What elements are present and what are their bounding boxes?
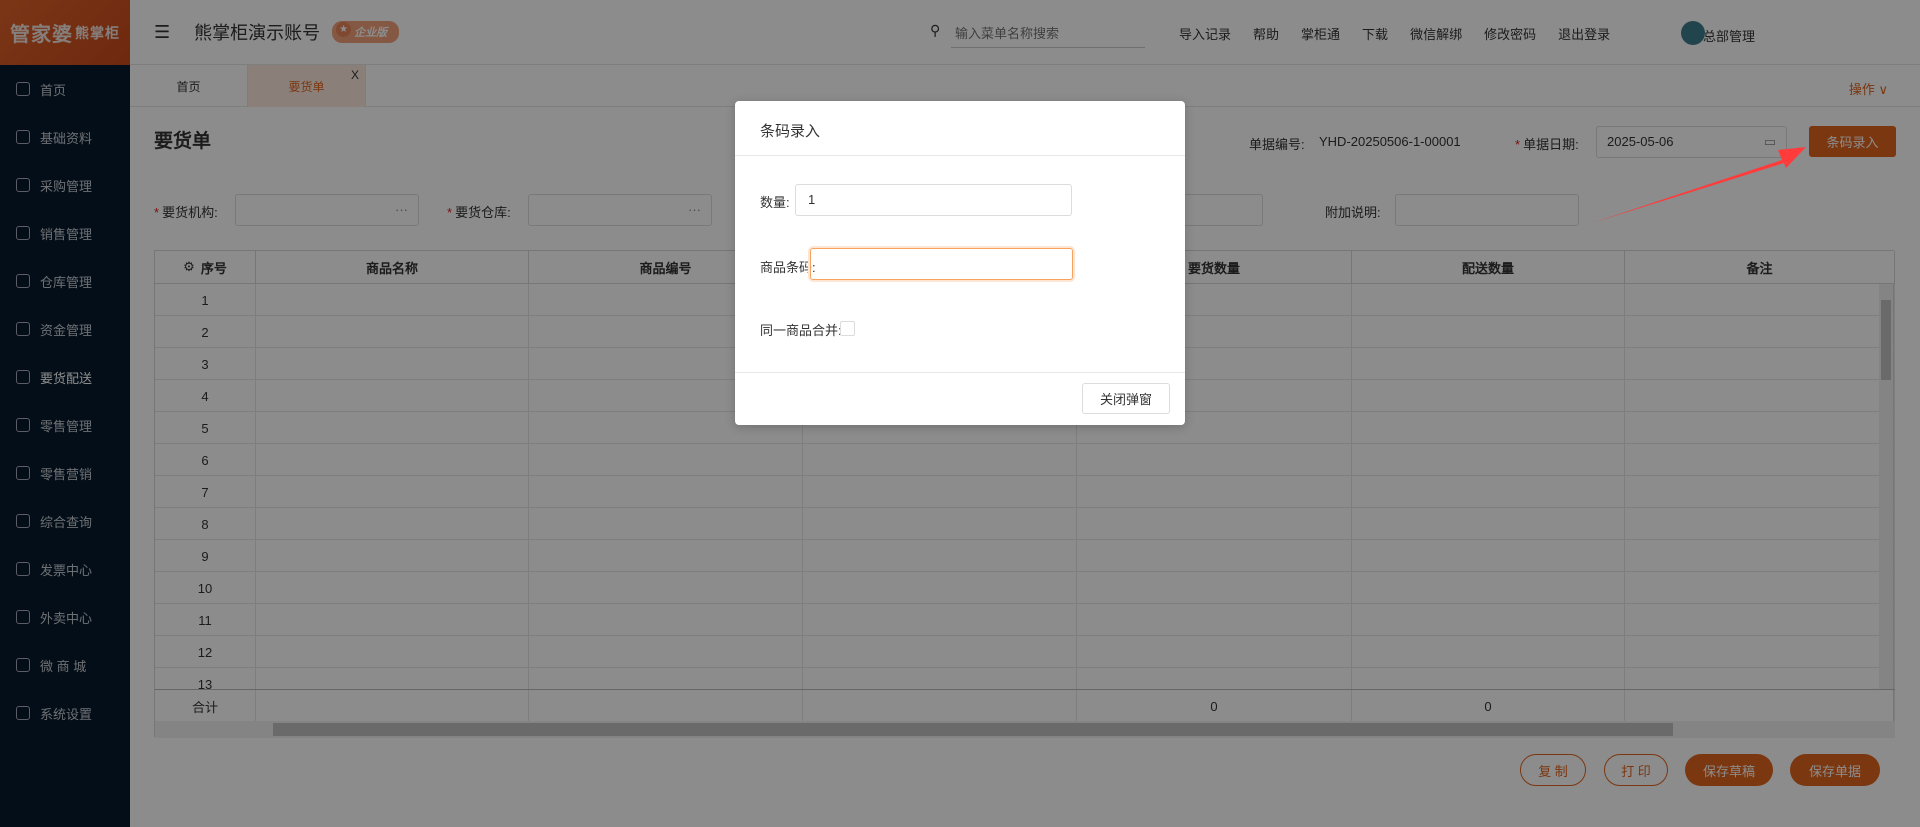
- close-modal-button[interactable]: 关闭弹窗: [1082, 383, 1170, 414]
- barcode-entry-modal: 条码录入 数量: 1 商品条码: 同一商品合并: 关闭弹窗: [735, 101, 1185, 425]
- quantity-label: 数量:: [760, 195, 790, 210]
- divider: [735, 155, 1185, 156]
- barcode-input[interactable]: [810, 248, 1073, 280]
- quantity-input[interactable]: 1: [795, 184, 1072, 216]
- divider: [735, 372, 1185, 373]
- merge-checkbox[interactable]: [840, 321, 855, 336]
- modal-title: 条码录入: [760, 123, 821, 140]
- merge-label: 同一商品合并:: [760, 323, 842, 338]
- barcode-label: 商品条码:: [760, 260, 816, 275]
